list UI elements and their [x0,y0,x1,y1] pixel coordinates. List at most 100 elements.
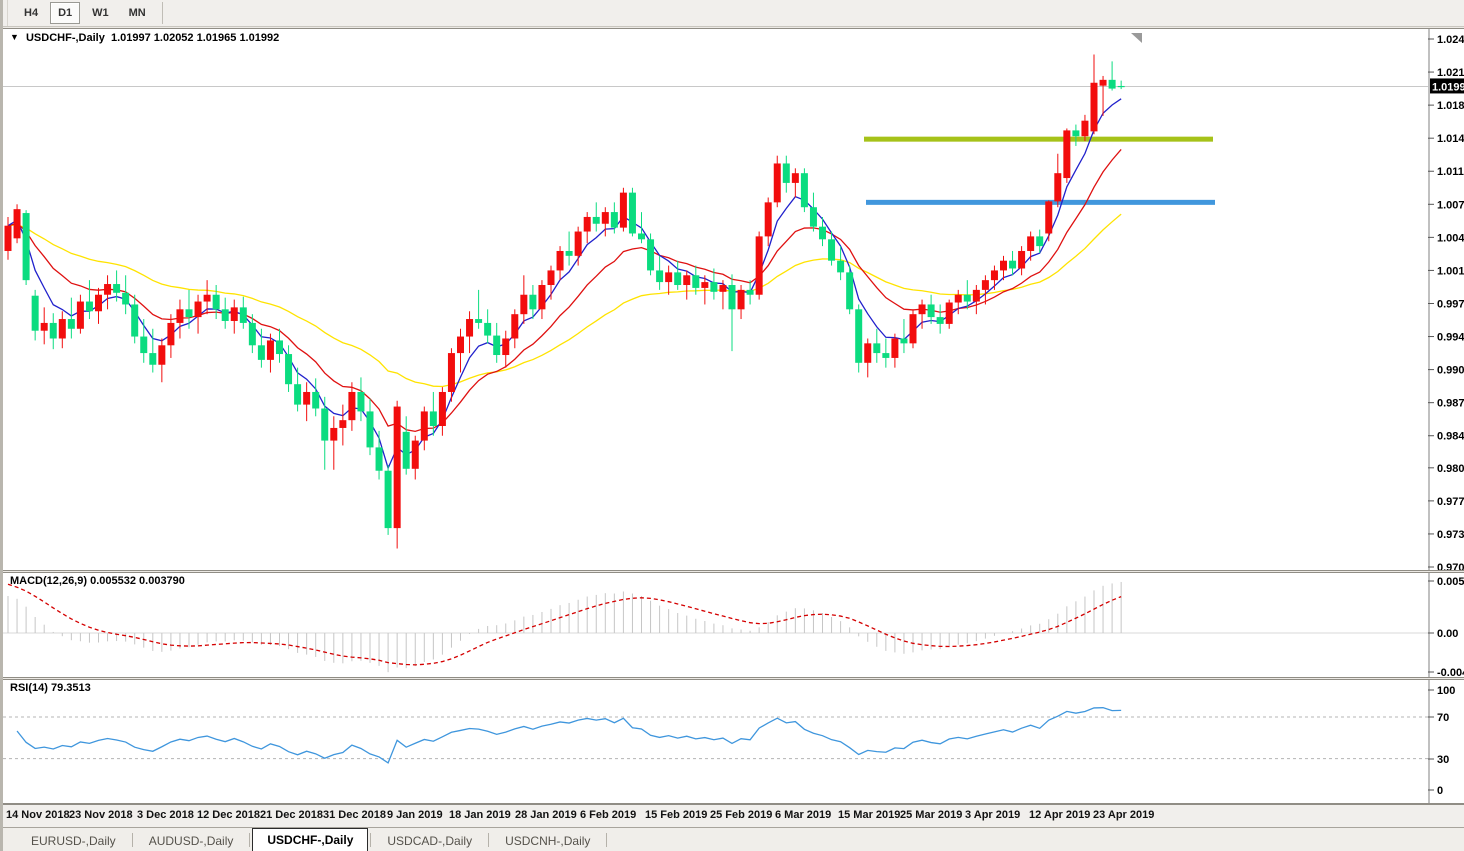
candle-down [384,470,392,529]
candle-down [122,292,130,305]
price-tick-label: 0.99420 [1437,332,1464,344]
candle-up [701,282,709,288]
candle-up [76,301,84,329]
candle-down [257,345,265,360]
chart-tab-audusd[interactable]: AUDUSD-,Daily [135,831,248,851]
candle-up [909,314,917,344]
candle-down [1009,260,1017,269]
candle-up [438,391,446,427]
candle-up [266,340,274,360]
rsi-name: RSI(14) [10,682,48,694]
macd-signal-line [7,583,1122,666]
candle-up [40,322,48,331]
candle-down [828,239,836,261]
timeframe-button-w1[interactable]: W1 [84,2,117,24]
candle-down [610,212,618,228]
candle-up [683,275,691,286]
candle-up [194,301,202,318]
scroll-end-arrow-icon[interactable] [1131,33,1142,43]
candle-down [475,319,483,323]
candle-down [312,391,320,409]
candle-down [85,301,93,312]
candle-down [809,207,817,227]
chart-tab-usdcnh[interactable]: USDCNH-,Daily [491,831,604,851]
candle-down [882,353,890,358]
candle-up [574,231,582,256]
candle-up [95,294,102,312]
candle-up [1099,79,1107,86]
macd-tick-label: 0.00 [1437,628,1458,640]
candle-down [1072,130,1080,137]
date-axis-label: 15 Mar 2019 [838,809,901,821]
candle-up [158,345,166,365]
candle-down [113,284,121,293]
tab-separator [370,833,372,847]
rsi-tick-label: 30 [1437,754,1449,766]
resistance-line-olive[interactable] [864,136,1213,142]
candle-down [656,270,664,283]
candle-up [755,236,763,295]
candle-up [556,250,564,271]
candle-up [1027,236,1035,251]
price-tick-label: 0.98070 [1437,463,1464,475]
timeframe-button-h4[interactable]: H4 [16,2,46,24]
candle-up [4,225,12,251]
candle-up [583,216,591,232]
candle-down [357,391,365,412]
date-axis-label: 31 Dec 2018 [323,809,386,821]
date-axis-label: 23 Nov 2018 [69,809,133,821]
candle-up [58,319,66,339]
timeframe-button-mn[interactable]: MN [121,2,154,24]
chart-tabbar: EURUSD-,Daily AUDUSD-,Daily USDCHF-,Daily U… [3,827,1464,851]
price-tick-label: 1.01460 [1437,133,1464,145]
date-axis-label: 18 Jan 2019 [449,809,511,821]
candle-up [990,270,998,281]
candle-up [1045,201,1053,234]
date-axis-label: 6 Feb 2019 [580,809,637,821]
macd-tick-label: 0.005997 [1437,576,1464,588]
timeframe-button-d1[interactable]: D1 [50,2,81,24]
rsi-canvas[interactable]: 100 70 30 0 [3,680,1464,803]
macd-panel: 0.005997 0.00 -0.004244 MACD(12,26,9) 0.00… [3,572,1464,678]
candle-down [493,335,501,356]
candle-up [601,212,609,224]
date-axis[interactable]: 14 Nov 2018 23 Nov 2018 3 Dec 2018 12 Dec 2… [3,804,1464,828]
chart-tab-usdchf[interactable]: USDCHF-,Daily [252,828,369,851]
candle-down [294,384,302,405]
candle-up [1081,120,1089,137]
candle-down [647,239,655,271]
support-line-blue[interactable] [866,199,1215,205]
price-tick-label: 0.97390 [1437,529,1464,541]
candle-up [303,391,311,405]
chevron-down-icon[interactable]: ▼ [10,32,19,42]
candle-down [628,192,636,234]
candle-down [692,275,700,288]
terminal-window: H4D1W1MN 1.024801.021401.018001.014601.0… [0,0,1464,851]
macd-name: MACD(12,26,9) [10,575,88,587]
price-tick-label: 0.97050 [1437,562,1464,570]
ma-fast-line [7,98,1122,470]
candle-down [927,304,935,318]
candle-up [1090,82,1098,132]
candle-up [330,427,338,441]
candle-up [547,270,555,286]
candle-down [728,285,736,310]
candle-up [972,289,980,302]
candle-up [945,302,953,324]
candle-up [981,280,989,290]
candle-up [864,343,872,363]
candle-up [457,336,464,354]
main-chart-canvas[interactable]: 1.02480 1.02140 1.01800 1.01460 1.01120 1.007… [3,29,1464,570]
price-tick-label: 1.02140 [1437,67,1464,79]
chart-tab-usdcad[interactable]: USDCAD-,Daily [373,831,486,851]
date-axis-label: 3 Dec 2018 [137,809,194,821]
chart-tab-eurusd[interactable]: EURUSD-,Daily [17,831,130,851]
candle-down [837,260,845,273]
candle-down [529,294,537,310]
candle-up [538,285,546,310]
macd-canvas[interactable]: 0.005997 0.00 -0.004244 [3,573,1464,677]
date-axis-label: 3 Apr 2019 [965,809,1021,821]
candle-down [212,294,220,310]
tab-separator [488,833,490,847]
rsi-tick-label: 0 [1437,785,1443,797]
